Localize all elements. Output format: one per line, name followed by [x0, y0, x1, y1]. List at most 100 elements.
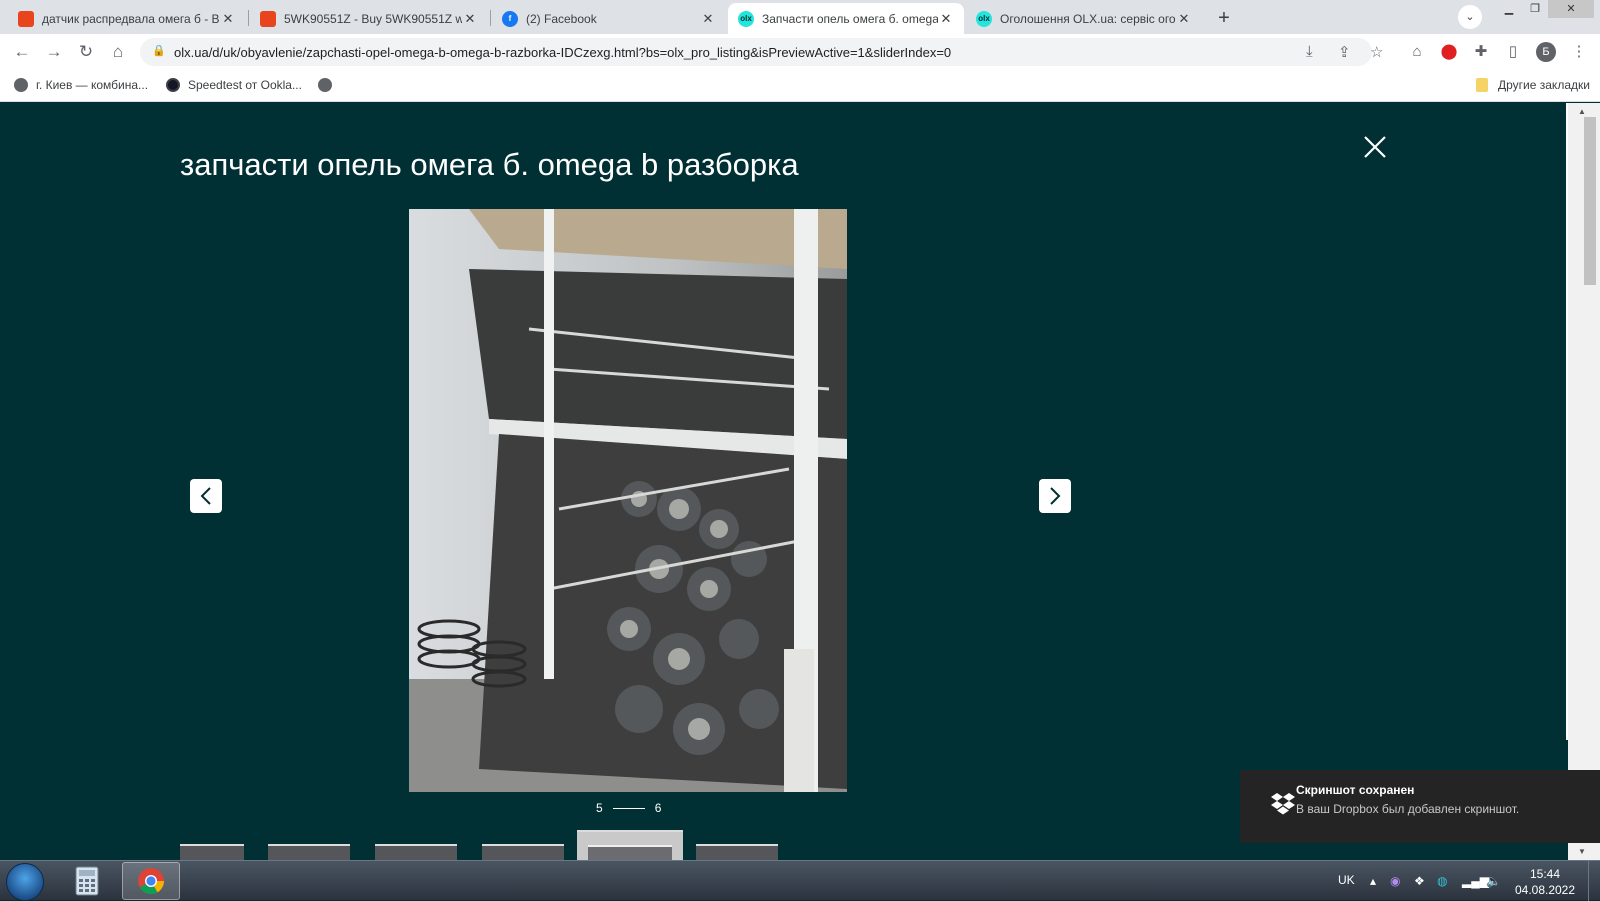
tab-title: (2) Facebook [526, 11, 597, 26]
extensions-puzzle-icon[interactable]: ✚ [1471, 42, 1491, 62]
reload-button[interactable]: ↻ [74, 40, 98, 64]
previous-photo-button[interactable] [190, 479, 222, 513]
other-bookmarks[interactable]: Другие закладки [1476, 78, 1590, 92]
tab-5[interactable]: olx Оголошення OLX.ua: сервіс ого ✕ [966, 3, 1202, 34]
clock-time: 15:44 [1529, 867, 1561, 881]
close-tab-icon[interactable]: ✕ [1176, 11, 1192, 27]
dropbox-icon [1271, 793, 1295, 815]
browser-toolbar: ← → ↻ ⌂ 🔒 olx.ua/d/uk/obyavlenie/zapchas… [0, 34, 1600, 70]
page-scrollbar[interactable]: ▲ ▼ [1568, 103, 1600, 860]
aliexpress-favicon-icon [18, 10, 34, 27]
opera-vpn-icon[interactable]: ⬤ [1439, 42, 1459, 62]
speedtest-icon [166, 78, 180, 92]
tab-separator [490, 10, 491, 26]
globe-icon [318, 78, 332, 92]
calculator-taskbar-app[interactable] [60, 862, 114, 900]
bookmark-star-icon[interactable]: ☆ [1370, 43, 1383, 61]
bookmark-label: г. Киев — комбина... [36, 78, 149, 92]
photo-counter: 5 6 [596, 801, 661, 815]
forward-button[interactable]: → [42, 40, 66, 64]
thumbnail-2[interactable] [268, 844, 350, 860]
counter-current: 5 [596, 801, 603, 815]
tab-title: датчик распредвала омега б - В [42, 11, 220, 26]
thumbnail-5-active[interactable] [577, 830, 683, 860]
next-photo-button[interactable] [1039, 479, 1071, 513]
olx-favicon-icon: olx [738, 10, 754, 27]
thumbnail-1[interactable] [180, 844, 244, 860]
counter-divider [612, 807, 645, 809]
extension-bank-icon[interactable]: ⌂ [1407, 42, 1427, 62]
counter-total: 6 [654, 801, 662, 815]
new-tab-button[interactable]: + [1211, 6, 1237, 32]
thumbnail-4[interactable] [482, 844, 564, 860]
close-tab-icon[interactable]: ✕ [220, 11, 236, 27]
close-tab-icon[interactable]: ✕ [938, 11, 954, 27]
restore-button[interactable]: ❐ [1522, 0, 1548, 18]
tab-3[interactable]: f (2) Facebook ✕ [492, 3, 726, 34]
close-window-button[interactable]: ✕ [1548, 0, 1594, 18]
url-text: olx.ua/d/uk/obyavlenie/zapchasti-opel-om… [174, 45, 952, 60]
tab-title: Оголошення OLX.ua: сервіс ого [1000, 11, 1176, 26]
tab-search-button[interactable]: ⌄ [1458, 5, 1482, 29]
chevron-left-icon [200, 487, 211, 505]
back-button[interactable]: ← [10, 40, 34, 64]
dropbox-notification[interactable]: Скриншот сохранен В ваш Dropbox был доба… [1240, 770, 1600, 843]
bookmark-globe[interactable] [318, 78, 340, 92]
thumbnail-6[interactable] [696, 844, 778, 860]
olx-favicon-icon: olx [976, 10, 992, 27]
close-tab-icon[interactable]: ✕ [462, 11, 478, 27]
start-button[interactable] [6, 863, 44, 901]
tab-strip: датчик распредвала омега б - В ✕ 5WK9055… [0, 0, 1600, 34]
system-clock[interactable]: 15:44 04.08.2022 [1510, 866, 1580, 898]
bookmark-kiev[interactable]: г. Киев — комбина... [14, 78, 148, 92]
tab-title: 5WK90551Z - Buy 5WK90551Z w [284, 11, 462, 26]
profile-avatar[interactable]: Б [1536, 42, 1556, 62]
dropbox-tray-icon[interactable]: ❖ [1414, 874, 1425, 888]
clock-date: 04.08.2022 [1514, 883, 1576, 897]
address-bar[interactable]: 🔒 olx.ua/d/uk/obyavlenie/zapchasti-opel-… [140, 38, 1383, 66]
tray-expand-icon[interactable]: ▴ [1370, 874, 1376, 888]
side-panel-icon[interactable]: ▯ [1503, 42, 1523, 62]
tab-4-active[interactable]: olx Запчасти опель омега б. omega ✕ [728, 3, 964, 34]
listing-photo [409, 209, 847, 792]
scroll-up-arrow-icon[interactable]: ▲ [1578, 107, 1586, 116]
chrome-icon [138, 868, 165, 895]
scroll-down-arrow-icon[interactable]: ▼ [1578, 847, 1586, 856]
volume-icon[interactable]: 🔈 [1486, 874, 1501, 888]
minimize-button[interactable]: ▁ [1496, 0, 1522, 18]
chevron-right-icon [1050, 487, 1061, 505]
globe-icon [14, 78, 28, 92]
calculator-icon [75, 866, 99, 896]
chrome-taskbar-app[interactable] [122, 862, 180, 900]
photo-viewer: запчасти опель омега б. omega b разборка [0, 103, 1568, 860]
facebook-favicon-icon: f [502, 10, 518, 27]
notification-message: В ваш Dropbox был добавлен скриншот. [1296, 802, 1520, 816]
tab-separator [248, 10, 249, 26]
notification-title: Скриншот сохранен [1296, 783, 1415, 797]
show-desktop-button[interactable] [1588, 861, 1600, 901]
network-signal-icon[interactable]: ▂▄▆ [1462, 874, 1489, 888]
windows-taskbar: UK ▴ ◉ ❖ ◍ ▂▄▆ 🔈 15:44 04.08.2022 [0, 860, 1600, 901]
folder-icon [1476, 78, 1488, 92]
install-icon[interactable]: ⤓ [1306, 43, 1313, 60]
other-bookmarks-label: Другие закладки [1498, 78, 1590, 92]
aliexpress-favicon-icon [260, 10, 276, 27]
scrollbar-thumb[interactable] [1584, 117, 1596, 285]
close-tab-icon[interactable]: ✕ [700, 11, 716, 27]
viber-tray-icon[interactable]: ◉ [1390, 874, 1400, 888]
app-tray-icon[interactable]: ◍ [1437, 874, 1447, 888]
bookmark-label: Speedtest от Ookla... [188, 78, 302, 92]
language-indicator[interactable]: UK [1338, 873, 1355, 887]
tab-1[interactable]: датчик распредвала омега б - В ✕ [8, 3, 246, 34]
tab-2[interactable]: 5WK90551Z - Buy 5WK90551Z w ✕ [250, 3, 488, 34]
lock-icon: 🔒 [152, 45, 166, 57]
home-button[interactable]: ⌂ [106, 40, 130, 64]
share-icon[interactable]: ⇪ [1338, 43, 1351, 61]
thumbnail-3[interactable] [375, 844, 457, 860]
close-icon[interactable] [1361, 133, 1389, 161]
listing-title: запчасти опель омега б. omega b разборка [180, 147, 799, 182]
bookmarks-bar: г. Киев — комбина... Speedtest от Ookla.… [0, 70, 1600, 102]
bookmark-speedtest[interactable]: Speedtest от Ookla... [166, 78, 302, 92]
tab-title: Запчасти опель омега б. omega [762, 11, 938, 26]
menu-kebab-icon[interactable]: ⋮ [1569, 42, 1589, 62]
